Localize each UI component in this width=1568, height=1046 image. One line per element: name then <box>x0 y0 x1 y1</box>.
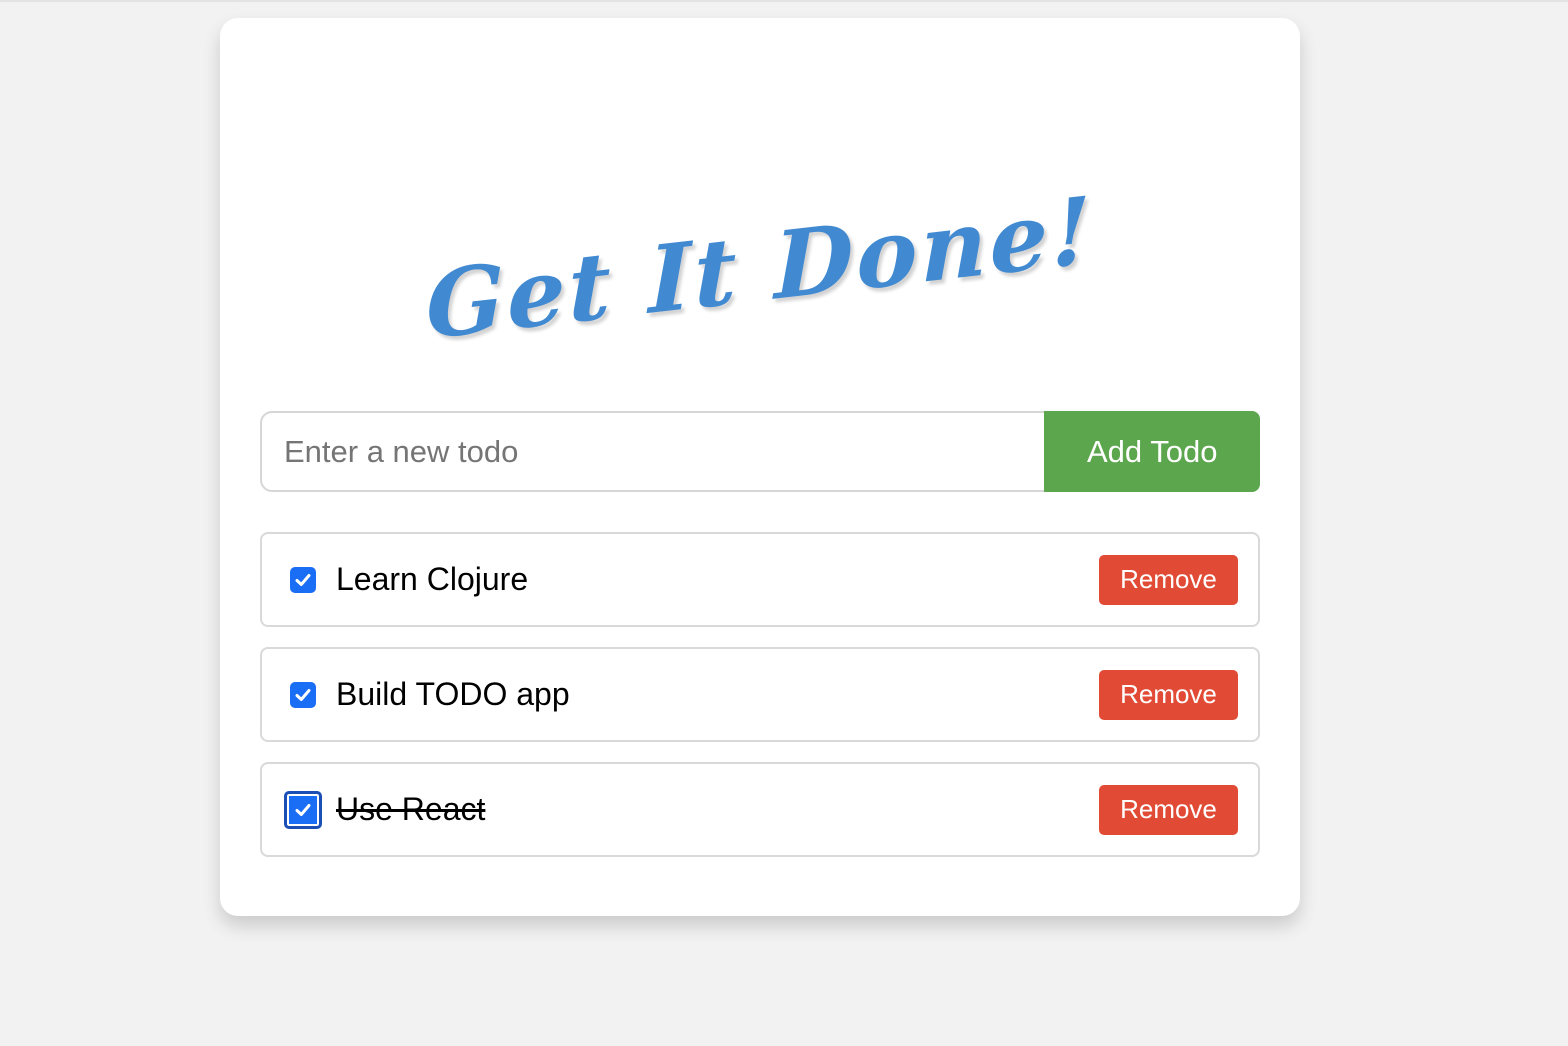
new-todo-input[interactable] <box>260 411 1045 492</box>
add-todo-form: Add Todo <box>260 411 1260 492</box>
todo-checkbox[interactable] <box>290 681 316 708</box>
checkmark-icon <box>295 803 311 816</box>
todo-label: Learn Clojure <box>336 561 529 597</box>
checkmark-icon <box>295 573 311 586</box>
todo-checkbox[interactable] <box>284 790 322 829</box>
todo-card: Get It Done! Add Todo Learn Clojure Remo… <box>220 18 1300 916</box>
remove-todo-button[interactable]: Remove <box>1099 669 1238 720</box>
todo-item: Use React Remove <box>260 762 1260 857</box>
window-top-border <box>0 0 1568 2</box>
todo-item: Build TODO app Remove <box>260 647 1260 742</box>
todo-label: Use React <box>336 791 486 827</box>
todo-label: Build TODO app <box>336 676 570 712</box>
remove-todo-button[interactable]: Remove <box>1099 784 1238 835</box>
todo-checkbox[interactable] <box>290 566 316 593</box>
checkmark-icon <box>295 688 311 701</box>
todo-list: Learn Clojure Remove Build TODO app Remo… <box>260 532 1260 877</box>
remove-todo-button[interactable]: Remove <box>1099 554 1238 605</box>
title-area: Get It Done! <box>220 138 1300 398</box>
app-title: Get It Done! <box>425 175 1095 361</box>
todo-item: Learn Clojure Remove <box>260 532 1260 627</box>
add-todo-button[interactable]: Add Todo <box>1044 411 1260 492</box>
